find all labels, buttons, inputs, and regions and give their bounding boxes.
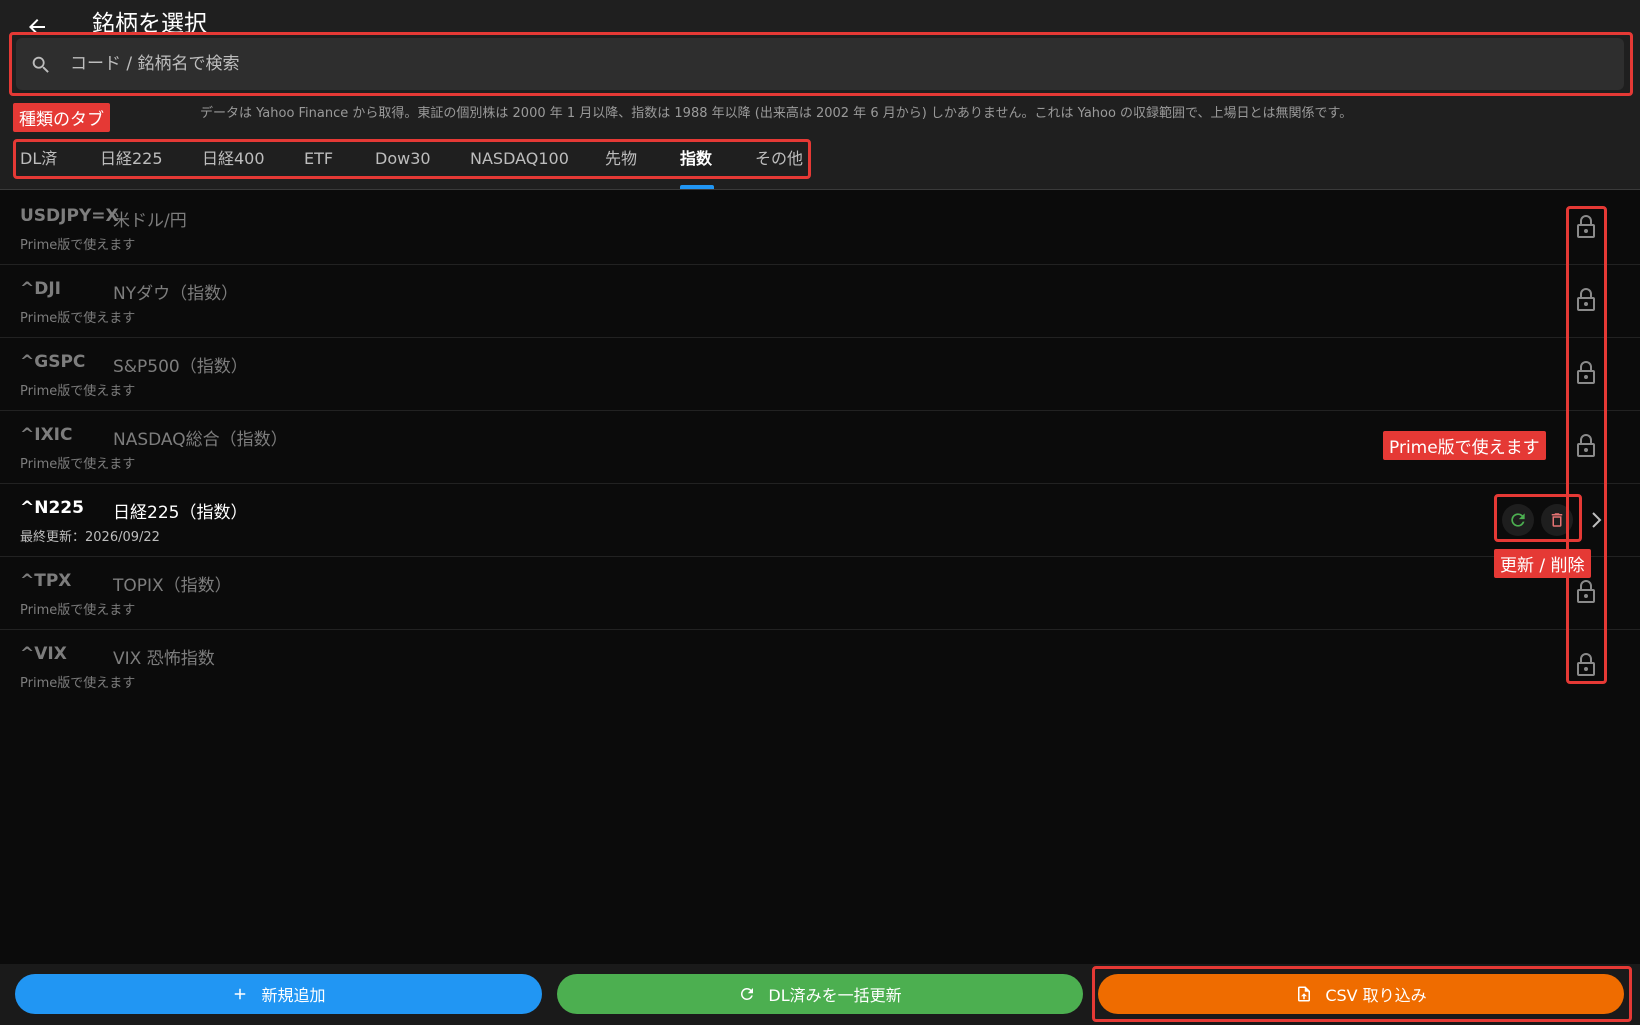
symbol-status: Prime版で使えます (20, 457, 136, 472)
symbol-name: NYダウ（指数） (113, 284, 239, 304)
symbol-status: Prime版で使えます (20, 676, 136, 691)
list-item[interactable]: ^TPX TOPIX（指数） Prime版で使えます (0, 557, 1640, 630)
add-new-label: 新規追加 (261, 986, 326, 1005)
data-source-info: データは Yahoo Finance から取得。東証の個別株は 2000 年 1… (200, 106, 1353, 121)
bulk-refresh-label: DL済みを一括更新 (768, 986, 902, 1005)
add-new-button[interactable]: 新規追加 (15, 974, 542, 1014)
csv-annotation-box (1092, 966, 1632, 1022)
symbol-name: NASDAQ総合（指数） (113, 430, 288, 450)
list-item[interactable]: ^VIX VIX 恐怖指数 Prime版で使えます (0, 630, 1640, 703)
symbol-name: 日経225（指数） (113, 503, 248, 523)
actions-annotation-label: 更新 / 削除 (1494, 549, 1591, 578)
symbol-status: Prime版で使えます (20, 311, 136, 326)
symbol-code: ^DJI (20, 279, 62, 299)
symbol-code: ^GSPC (20, 352, 86, 372)
plus-icon (235, 988, 246, 1000)
tabs-annotation-box (13, 139, 811, 179)
actions-annotation-box (1494, 494, 1582, 542)
symbol-code: USDJPY=X (20, 206, 119, 226)
symbol-status: Prime版で使えます (20, 384, 136, 399)
lock-annotation-box (1566, 206, 1607, 684)
symbol-name: VIX 恐怖指数 (113, 649, 215, 669)
symbol-name: S&P500（指数） (113, 357, 248, 377)
list-item[interactable]: USDJPY=X 米ドル/円 Prime版で使えます (0, 192, 1640, 265)
bulk-refresh-button[interactable]: DL済みを一括更新 (557, 974, 1083, 1014)
list-item[interactable]: ^N225 日経225（指数） 最終更新：2026/09/22 (0, 484, 1640, 557)
symbol-code: ^VIX (20, 644, 67, 664)
list-item[interactable]: ^DJI NYダウ（指数） Prime版で使えます (0, 265, 1640, 338)
prime-annotation-label: Prime版で使えます (1383, 431, 1546, 460)
symbol-code: ^TPX (20, 571, 72, 591)
symbol-code: ^N225 (20, 498, 84, 518)
list-item[interactable]: ^GSPC S&P500（指数） Prime版で使えます (0, 338, 1640, 411)
symbol-name: TOPIX（指数） (113, 576, 232, 596)
last-updated: 最終更新：2026/09/22 (20, 530, 160, 545)
tabs-annotation-label: 種類のタブ (13, 103, 110, 132)
active-tab-indicator (680, 185, 714, 189)
search-annotation-box (9, 32, 1633, 96)
symbol-status: Prime版で使えます (20, 603, 136, 618)
symbol-name: 米ドル/円 (113, 211, 187, 231)
refresh-icon (741, 987, 754, 1000)
symbol-status: Prime版で使えます (20, 238, 136, 253)
symbol-code: ^IXIC (20, 425, 73, 445)
